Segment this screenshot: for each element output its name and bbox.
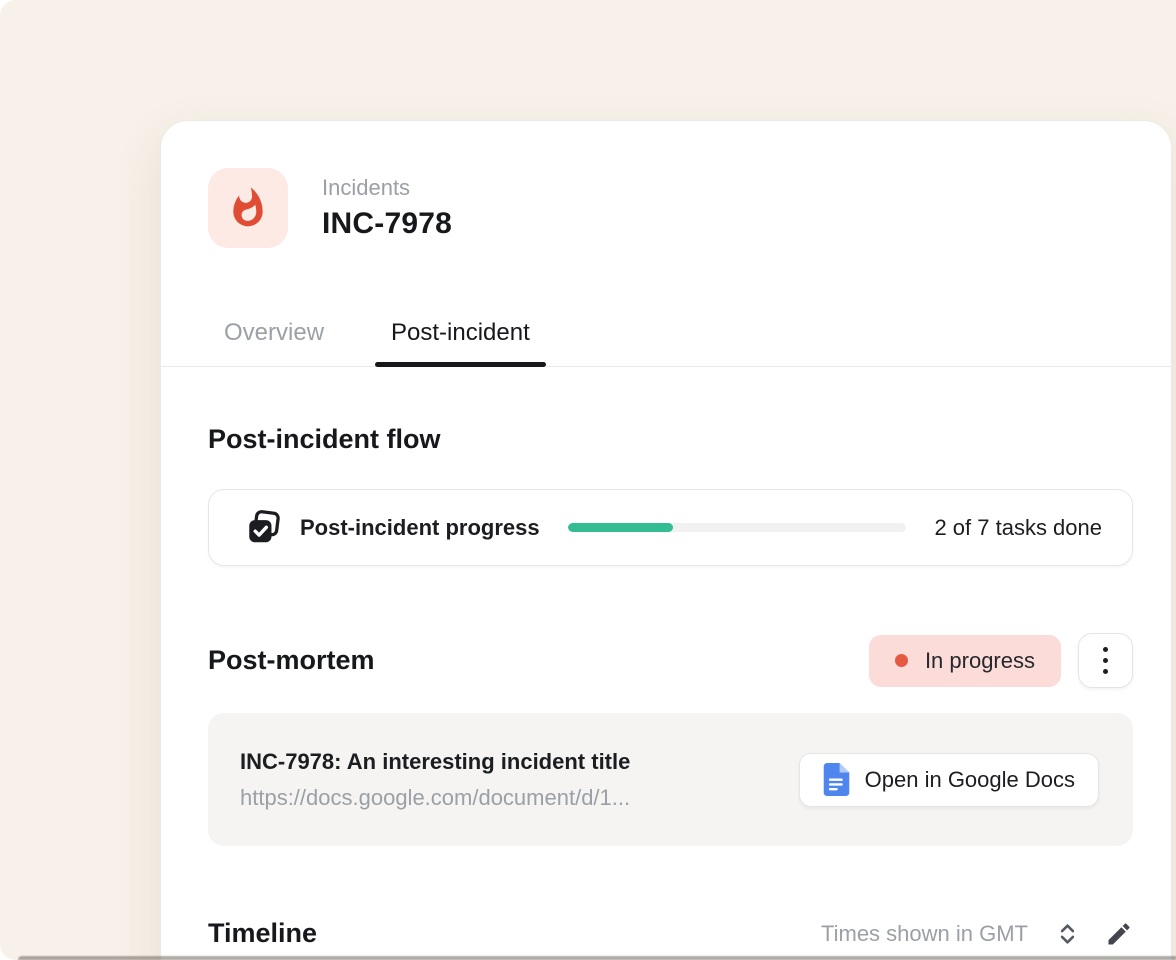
checklist-icon: [245, 509, 282, 546]
bottom-edge-shadow: [18, 956, 1176, 960]
status-badge[interactable]: In progress: [869, 635, 1061, 687]
postmortem-document-card: INC-7978: An interesting incident title …: [208, 713, 1133, 846]
tab-content: Post-incident flow Post-incident progres…: [208, 423, 1133, 950]
kebab-menu-button[interactable]: [1078, 633, 1133, 688]
incident-titles: Incidents INC-7978: [322, 175, 452, 241]
tab-post-incident[interactable]: Post-incident: [375, 318, 546, 366]
section-heading-post-mortem: Post-mortem: [208, 644, 375, 677]
timezone-note: Times shown in GMT: [821, 921, 1028, 947]
breadcrumb[interactable]: Incidents: [322, 175, 452, 201]
open-in-google-docs-button[interactable]: Open in Google Docs: [799, 753, 1099, 807]
checklist-icon-glyph: [245, 509, 282, 546]
open-in-google-docs-label: Open in Google Docs: [865, 767, 1075, 793]
kebab-dot: [1103, 658, 1108, 663]
unfold-icon: [1054, 920, 1081, 948]
postmortem-document-info: INC-7978: An interesting incident title …: [240, 748, 630, 811]
incident-detail-card: Incidents INC-7978 Overview Post-inciden…: [160, 120, 1172, 960]
progress-bar: [568, 523, 907, 532]
flame-icon-glyph: [226, 186, 270, 230]
google-docs-icon: [823, 763, 850, 796]
timezone-selector-button[interactable]: [1054, 920, 1081, 948]
section-heading-timeline: Timeline: [208, 917, 317, 950]
edit-timeline-button[interactable]: [1105, 920, 1133, 948]
kebab-dot: [1103, 669, 1108, 674]
progress-label: Post-incident progress: [300, 515, 540, 541]
page: Incidents INC-7978 Overview Post-inciden…: [0, 0, 1176, 960]
post-mortem-actions: In progress: [869, 633, 1133, 688]
page-title: INC-7978: [322, 207, 452, 241]
progress-status-text: 2 of 7 tasks done: [934, 515, 1102, 541]
flame-icon: [208, 168, 288, 248]
tab-overview[interactable]: Overview: [208, 318, 340, 366]
document-title: INC-7978: An interesting incident title: [240, 748, 630, 775]
post-incident-progress-card[interactable]: Post-incident progress 2 of 7 tasks done: [208, 489, 1133, 566]
status-badge-label: In progress: [925, 648, 1035, 674]
timeline-header-row: Timeline Times shown in GMT: [208, 917, 1133, 950]
kebab-dot: [1103, 647, 1108, 652]
status-dot-icon: [895, 654, 908, 667]
section-heading-post-incident-flow: Post-incident flow: [208, 423, 1133, 456]
tab-bar: Overview Post-incident: [161, 318, 1171, 367]
progress-bar-fill: [568, 523, 673, 532]
timeline-actions: Times shown in GMT: [821, 920, 1133, 948]
post-mortem-header-row: Post-mortem In progress: [208, 633, 1133, 688]
document-url[interactable]: https://docs.google.com/document/d/1...: [240, 784, 630, 811]
edit-pencil-icon: [1105, 920, 1133, 948]
incident-header: Incidents INC-7978: [208, 168, 1171, 248]
